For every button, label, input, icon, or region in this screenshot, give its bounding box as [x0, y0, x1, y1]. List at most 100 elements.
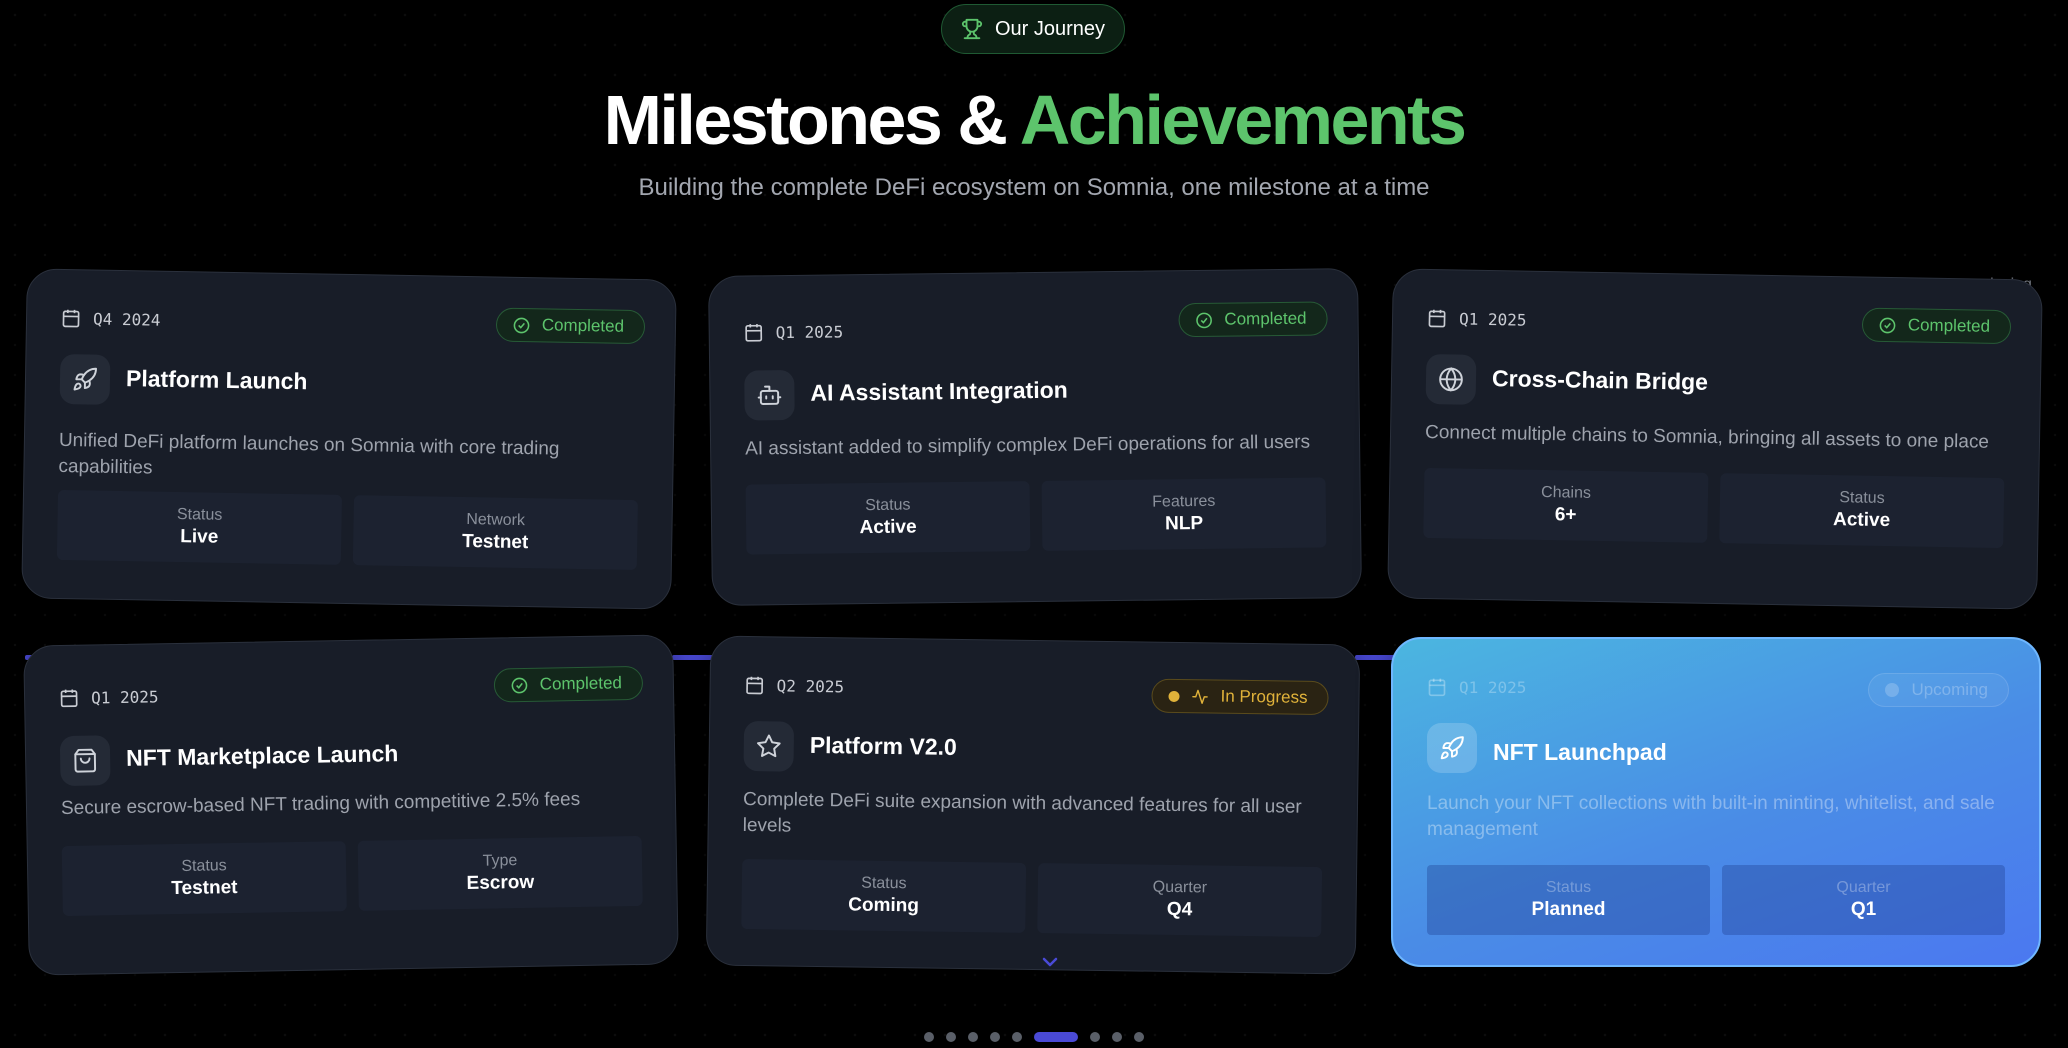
stat-box: Status Coming: [741, 858, 1027, 933]
card-icon-box: [743, 720, 795, 772]
carousel-dot[interactable]: [946, 1032, 956, 1042]
stat-box: Chains 6+: [1423, 467, 1709, 543]
stat-box: Quarter Q1: [1722, 865, 2005, 935]
page-title: Milestones & Achievements: [0, 78, 2068, 162]
status-dot: [1168, 690, 1180, 702]
card-description: AI assistant added to simplify complex D…: [744, 431, 1311, 460]
card-icon-box: [1427, 723, 1477, 773]
card-description: Secure escrow-based NFT trading with com…: [60, 789, 581, 820]
stat-value: 6+: [1554, 504, 1577, 526]
stat-box: Status Planned: [1427, 865, 1710, 935]
calendar-icon: [745, 324, 763, 342]
stat-value: Escrow: [466, 871, 535, 894]
calendar-icon: [1428, 309, 1446, 328]
calendar-icon: [746, 676, 764, 695]
carousel-dots: [0, 1032, 2068, 1042]
check-circle-icon: [1879, 317, 1896, 333]
carousel-dot[interactable]: [990, 1032, 1000, 1042]
status-badge: Completed: [495, 307, 646, 345]
our-journey-pill: Our Journey: [941, 4, 1125, 54]
carousel-dot[interactable]: [924, 1032, 934, 1042]
card-stats: Status Testnet Type Escrow: [61, 835, 643, 917]
status-badge-label: Completed: [541, 315, 625, 336]
stat-value: Testnet: [171, 876, 238, 900]
stat-box: Status Live: [56, 489, 343, 565]
card-icon-box: [59, 353, 111, 405]
milestone-card-active[interactable]: Q1 2025 Upcoming NFT Launchpad Launch yo…: [1391, 637, 2041, 967]
star-icon: [757, 734, 781, 758]
card-stats: Status Live Network Testnet: [56, 489, 638, 571]
rocket-icon: [1440, 736, 1464, 760]
calendar-icon: [1428, 678, 1446, 697]
stat-box: Status Active: [1719, 473, 2005, 549]
carousel-dot[interactable]: [1012, 1032, 1022, 1042]
card-stats: Status Coming Quarter Q4: [741, 858, 1323, 938]
status-badge-label: Upcoming: [1911, 680, 1988, 699]
milestone-card[interactable]: Q1 2025 Completed AI Assistant Integrati…: [708, 268, 1362, 606]
milestone-card[interactable]: Q1 2025 Completed Cross-Chain Bridge Con…: [1387, 268, 2043, 610]
carousel-dot[interactable]: [1034, 1032, 1078, 1042]
card-date-text: Q1 2025: [90, 686, 159, 708]
card-description: Launch your NFT collections with built-i…: [1427, 793, 1995, 840]
status-badge: Completed: [1861, 307, 2012, 345]
stat-box: Type Escrow: [357, 835, 643, 911]
card-stats: Chains 6+ Status Active: [1423, 467, 2005, 549]
stat-label: Status: [1545, 879, 1592, 896]
card-description: Connect multiple chains to Somnia, bring…: [1424, 421, 1990, 453]
card-date: Q4 2024: [61, 308, 161, 330]
stat-value: Active: [859, 516, 917, 539]
stat-box: Status Testnet: [61, 841, 347, 917]
shopping-bag-icon: [74, 748, 97, 773]
check-circle-icon: [513, 317, 530, 333]
stat-label: Features: [1152, 492, 1216, 511]
stat-value: Planned: [1531, 899, 1606, 920]
stat-label: Status: [861, 874, 907, 893]
stat-value: Live: [180, 526, 219, 548]
title-accent: Achievements: [1019, 81, 1467, 159]
card-title: Platform V2.0: [809, 731, 957, 760]
milestone-card[interactable]: Q4 2024 Completed Platform Launch Unifie…: [21, 268, 677, 610]
stat-label: Chains: [1540, 483, 1592, 502]
carousel-dot[interactable]: [1112, 1032, 1122, 1042]
status-badge: Upcoming: [1868, 673, 2009, 707]
card-date: Q1 2025: [59, 686, 159, 708]
trophy-icon: [961, 18, 983, 40]
check-circle-icon: [1196, 312, 1212, 328]
card-date: Q1 2025: [1427, 677, 1526, 697]
status-badge: In Progress: [1151, 678, 1329, 716]
card-icon-box: [1425, 353, 1477, 405]
card-title: NFT Launchpad: [1493, 739, 1667, 765]
activity-icon: [1192, 689, 1208, 704]
card-icon-box: [744, 369, 795, 421]
carousel-dot[interactable]: [1090, 1032, 1100, 1042]
carousel-dot[interactable]: [1134, 1032, 1144, 1042]
status-dot: [1885, 683, 1900, 697]
stat-label: Status: [181, 857, 227, 875]
card-title: Platform Launch: [125, 365, 308, 395]
chevron-down-icon[interactable]: [1038, 950, 1062, 974]
calendar-icon: [60, 689, 78, 708]
stat-box: Features NLP: [1041, 477, 1327, 551]
milestone-card[interactable]: Q1 2025 Completed NFT Marketplace Launch…: [23, 634, 679, 976]
calendar-icon: [62, 309, 80, 328]
stat-label: Network: [466, 511, 526, 530]
title-main: Milestones &: [603, 81, 1008, 159]
card-title: Cross-Chain Bridge: [1491, 365, 1709, 395]
card-date-text: Q2 2025: [776, 675, 845, 696]
stat-label: Quarter: [1836, 879, 1891, 896]
card-date-text: Q4 2024: [92, 309, 161, 330]
status-badge-label: In Progress: [1220, 686, 1308, 707]
stat-label: Type: [482, 852, 518, 870]
check-circle-icon: [511, 677, 528, 693]
milestone-card[interactable]: Q2 2025 In Progress Platform V2.0 Comple…: [705, 635, 1361, 975]
page: Our Journey Milestones & Achievements Bu…: [0, 0, 2068, 1048]
card-description: Unified DeFi platform launches on Somnia…: [58, 429, 560, 479]
stat-label: Quarter: [1152, 878, 1208, 897]
stat-value: Q1: [1850, 899, 1877, 920]
stat-box: Quarter Q4: [1037, 863, 1323, 938]
rocket-icon: [73, 367, 97, 391]
card-date-text: Q1 2025: [1458, 309, 1527, 330]
card-stats: Status Planned Quarter Q1: [1427, 865, 2005, 935]
carousel-dot[interactable]: [968, 1032, 978, 1042]
card-date: Q1 2025: [1427, 308, 1527, 330]
